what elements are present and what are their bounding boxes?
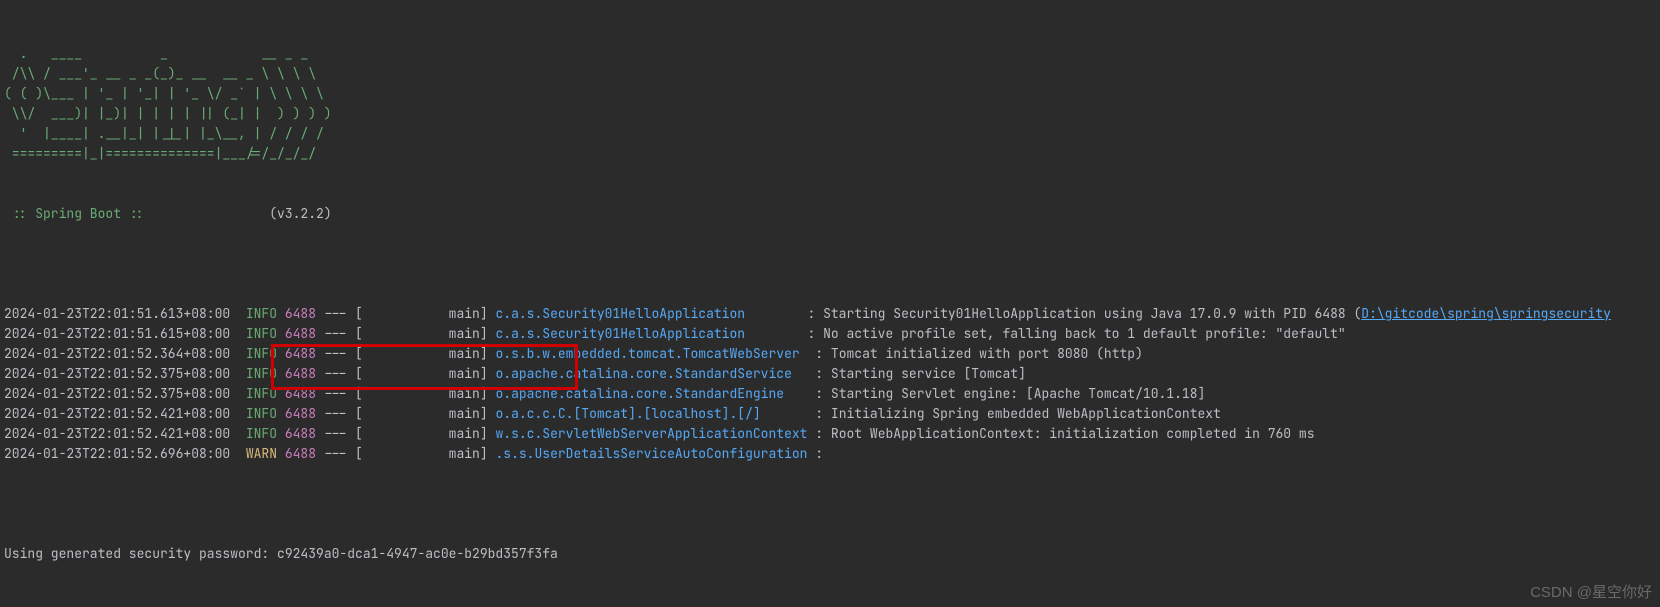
log-message: Starting Servlet engine: [Apache Tomcat/… [831, 385, 1205, 402]
log-level: WARN [246, 445, 277, 462]
log-message: No active profile set, falling back to 1… [823, 325, 1346, 342]
log-thread: [ main] [355, 405, 488, 422]
log-thread: [ main] [355, 385, 488, 402]
log-pid: 6488 [285, 365, 316, 382]
banner-line: =========|_|==============|___/=/_/_/_/ [4, 144, 1656, 164]
log-logger: c.a.s.Security01HelloApplication [495, 325, 799, 342]
log-logger: o.a.c.c.C.[Tomcat].[localhost].[/] [495, 405, 807, 422]
log-block-1: 2024-01-23T22:01:51.613+08:00 INFO 6488 … [4, 304, 1656, 464]
log-message: Starting Security01HelloApplication usin… [823, 305, 1361, 322]
log-message: Tomcat initialized with port 8080 (http) [831, 345, 1143, 362]
log-message: Root WebApplicationContext: initializati… [831, 425, 1315, 442]
log-timestamp: 2024-01-23T22:01:52.421+08:00 [4, 405, 230, 422]
log-line: 2024-01-23T22:01:52.421+08:00 INFO 6488 … [4, 404, 1656, 424]
log-message: Initializing Spring embedded WebApplicat… [831, 405, 1221, 422]
watermark: CSDN @星空你好 [1530, 583, 1652, 603]
log-logger: o.s.b.w.embedded.tomcat.TomcatWebServer [495, 345, 807, 362]
boot-line: :: Spring Boot :: (v3.2.2) [4, 204, 1656, 224]
log-timestamp: 2024-01-23T22:01:52.421+08:00 [4, 425, 230, 442]
log-logger: w.s.c.ServletWebServerApplicationContext [495, 425, 807, 442]
log-level: INFO [246, 365, 277, 382]
password-line[interactable]: Using generated security password: c9243… [4, 544, 1656, 564]
log-line: 2024-01-23T22:01:52.375+08:00 INFO 6488 … [4, 384, 1656, 404]
log-pid: 6488 [285, 385, 316, 402]
log-logger: c.a.s.Security01HelloApplication [495, 305, 799, 322]
log-level: INFO [246, 345, 277, 362]
log-thread: [ main] [355, 365, 488, 382]
log-pid: 6488 [285, 425, 316, 442]
banner-line: \\/ ___)| |_)| | | | | || (_| | ) ) ) ) [4, 104, 1656, 124]
log-logger: o.apache.catalina.core.StandardEngine [495, 385, 807, 402]
log-line: 2024-01-23T22:01:51.613+08:00 INFO 6488 … [4, 304, 1656, 324]
log-pid: 6488 [285, 445, 316, 462]
log-level: INFO [246, 385, 277, 402]
log-level: INFO [246, 405, 277, 422]
log-timestamp: 2024-01-23T22:01:51.615+08:00 [4, 325, 230, 342]
log-thread: [ main] [355, 345, 488, 362]
log-level: INFO [246, 325, 277, 342]
log-pid: 6488 [285, 345, 316, 362]
log-timestamp: 2024-01-23T22:01:52.364+08:00 [4, 345, 230, 362]
log-timestamp: 2024-01-23T22:01:52.375+08:00 [4, 365, 230, 382]
log-level: INFO [246, 425, 277, 442]
banner-line: . ____ _ __ _ _ [4, 44, 1656, 64]
log-timestamp: 2024-01-23T22:01:52.696+08:00 [4, 445, 230, 462]
log-pid: 6488 [285, 305, 316, 322]
log-thread: [ main] [355, 325, 488, 342]
log-logger: o.apache.catalina.core.StandardService [495, 365, 807, 382]
log-line: 2024-01-23T22:01:51.615+08:00 INFO 6488 … [4, 324, 1656, 344]
log-timestamp: 2024-01-23T22:01:52.375+08:00 [4, 385, 230, 402]
log-thread: [ main] [355, 305, 488, 322]
console-output[interactable]: . ____ _ __ _ _ /\\ / ___'_ __ _ _(_)_ _… [0, 0, 1660, 607]
log-line: 2024-01-23T22:01:52.696+08:00 WARN 6488 … [4, 444, 1656, 464]
log-pid: 6488 [285, 325, 316, 342]
log-pid: 6488 [285, 405, 316, 422]
log-logger: .s.s.UserDetailsServiceAutoConfiguration [495, 445, 807, 462]
log-link[interactable]: D:\gitcode\spring\springsecurity [1361, 305, 1611, 322]
log-line: 2024-01-23T22:01:52.375+08:00 INFO 6488 … [4, 364, 1656, 384]
log-line: 2024-01-23T22:01:52.421+08:00 INFO 6488 … [4, 424, 1656, 444]
log-line: 2024-01-23T22:01:52.364+08:00 INFO 6488 … [4, 344, 1656, 364]
log-message: Starting service [Tomcat] [831, 365, 1026, 382]
banner-line: /\\ / ___'_ __ _ _(_)_ __ __ _ \ \ \ \ [4, 64, 1656, 84]
spring-banner: . ____ _ __ _ _ /\\ / ___'_ __ _ _(_)_ _… [4, 44, 1656, 164]
log-thread: [ main] [355, 445, 488, 462]
log-timestamp: 2024-01-23T22:01:51.613+08:00 [4, 305, 230, 322]
banner-line: ' |____| .__|_| |_|_| |_\__, | / / / / [4, 124, 1656, 144]
log-level: INFO [246, 305, 277, 322]
generated-password: c92439a0-dca1-4947-ac0e-b29bd357f3fa [277, 545, 558, 562]
banner-line: ( ( )\___ | '_ | '_| | '_ \/ _` | \ \ \ … [4, 84, 1656, 104]
log-thread: [ main] [355, 425, 488, 442]
